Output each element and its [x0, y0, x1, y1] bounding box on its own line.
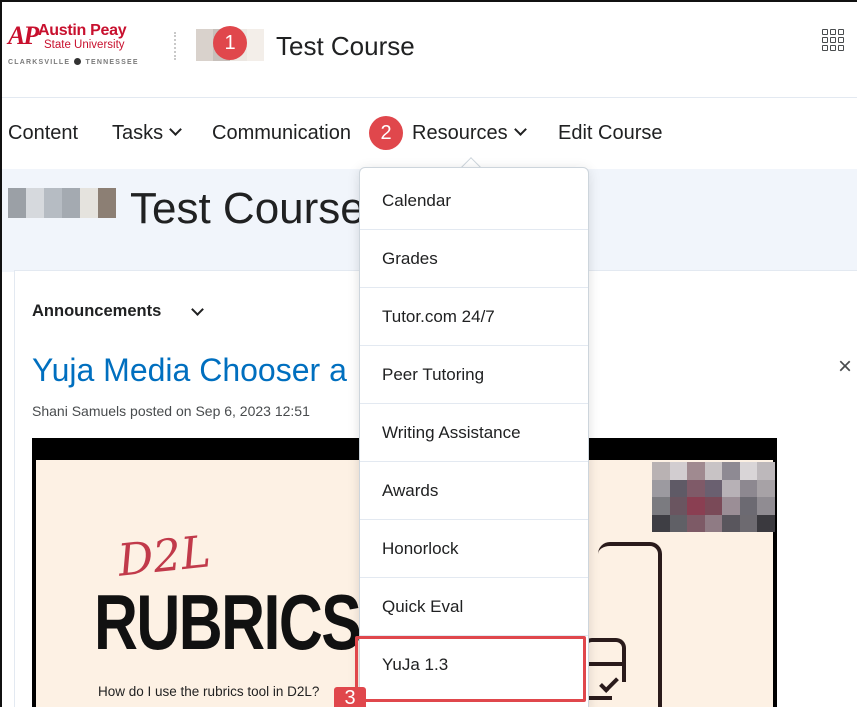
course-title[interactable]: Test Course [276, 30, 415, 62]
banner-title: Test Course [130, 184, 365, 233]
announcement-post-meta: Shani Samuels posted on Sep 6, 2023 12:5… [32, 403, 310, 419]
close-icon[interactable]: × [838, 354, 852, 380]
chevron-down-icon [513, 123, 527, 136]
top-header: AP Austin Peay State University CLARKSVI… [2, 2, 857, 98]
menu-item-awards[interactable]: Awards [360, 462, 588, 520]
menu-item-quick-eval[interactable]: Quick Eval [360, 578, 588, 636]
nav-item-edit-course[interactable]: Edit Course [558, 120, 663, 146]
step-badge-1: 1 [213, 26, 247, 60]
announcement-post-title[interactable]: Yuja Media Chooser a [32, 350, 347, 390]
clipboard-bar-shape [588, 662, 622, 666]
nav-item-tasks[interactable]: Tasks [112, 120, 182, 146]
nav-item-content[interactable]: Content [8, 120, 78, 146]
banner-thumbnail [8, 188, 116, 218]
slide-caption: How do I use the rubrics tool in D2L? [98, 684, 320, 699]
nav-item-label: Resources [412, 122, 508, 144]
menu-item-tutor[interactable]: Tutor.com 24/7 [360, 288, 588, 346]
announcements-heading[interactable]: Announcements [32, 301, 161, 321]
highlight-box [355, 636, 586, 702]
menu-item-grades[interactable]: Grades [360, 230, 588, 288]
logo-name: Austin Peay [38, 22, 127, 39]
nav-item-communication[interactable]: Communication [212, 120, 351, 146]
step-badge-3: 3 [334, 687, 366, 707]
menu-item-writing-assistance[interactable]: Writing Assistance [360, 404, 588, 462]
slide-headline: RUBRICS [94, 578, 362, 666]
nav-item-resources[interactable]: Resources [412, 120, 527, 146]
university-logo[interactable]: AP Austin Peay State University CLARKSVI… [8, 22, 158, 72]
waffle-grid-icon[interactable] [822, 29, 844, 51]
chevron-down-icon [169, 123, 182, 136]
logo-city-left: CLARKSVILLE [8, 59, 71, 66]
clipboard-line-shape [586, 696, 612, 700]
menu-item-honorlock[interactable]: Honorlock [360, 520, 588, 578]
logo-city-right: TENNESSEE [85, 59, 139, 66]
nav-item-label: Edit Course [558, 122, 663, 144]
presenter-webcam-image [652, 462, 775, 532]
logo-mark: AP [8, 21, 39, 50]
nav-item-label: Tasks [112, 122, 164, 144]
logo-subtitle: State University [44, 39, 125, 51]
screenshot-frame: AP Austin Peay State University CLARKSVI… [0, 0, 857, 707]
header-divider [174, 32, 176, 60]
course-navbar: Content Tasks Communication Resources Ed… [2, 99, 857, 169]
step-badge-2: 2 [369, 116, 403, 150]
logo-city-line: CLARKSVILLE TENNESSEE [8, 58, 139, 66]
nav-item-label: Content [8, 122, 79, 144]
nav-item-label: Communication [212, 122, 351, 144]
menu-item-calendar[interactable]: Calendar [360, 172, 588, 230]
logo-seal-icon [74, 58, 82, 65]
menu-item-peer-tutoring[interactable]: Peer Tutoring [360, 346, 588, 404]
